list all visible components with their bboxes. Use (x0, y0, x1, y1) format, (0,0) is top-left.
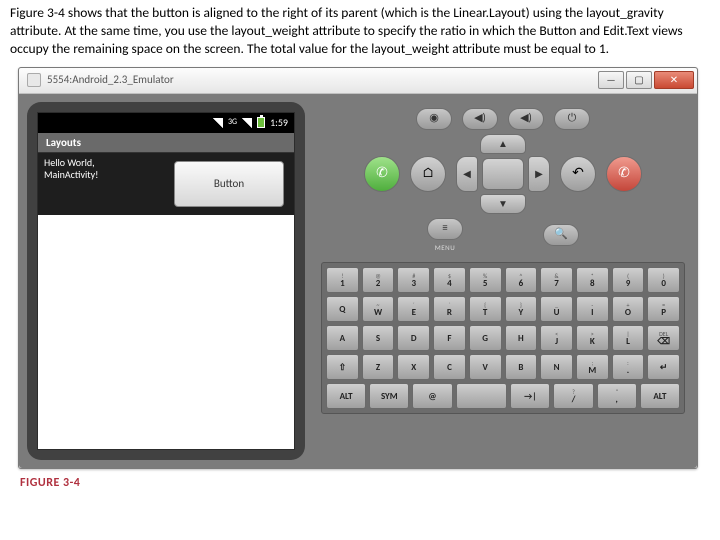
minimize-button[interactable]: — (598, 71, 624, 89)
key-c[interactable]: C (433, 354, 466, 380)
key-l[interactable]: |L (612, 325, 645, 351)
key-8[interactable]: *8 (576, 267, 609, 293)
menu-button[interactable]: ≡ (427, 218, 463, 240)
key-6[interactable]: ^6 (505, 267, 538, 293)
signal-icon (213, 118, 223, 128)
key-x[interactable]: X (397, 354, 430, 380)
edittext-area[interactable] (38, 215, 294, 449)
key-7[interactable]: &7 (540, 267, 573, 293)
end-call-button[interactable]: ✆ (606, 156, 642, 192)
close-button[interactable]: ✕ (654, 71, 694, 89)
key-h[interactable]: H (505, 325, 538, 351)
app-icon (27, 73, 41, 87)
hardware-keyboard: !1@2#3$4%5^6&7*8(9)0 Q~W´E`R{T}Y_U-I+O=P… (321, 262, 685, 414)
key-g[interactable]: G (469, 325, 502, 351)
battery-icon (257, 117, 265, 128)
key-w[interactable]: ~W (362, 296, 395, 322)
key-i[interactable]: -I (576, 296, 609, 322)
key-→|[interactable]: →| (510, 383, 550, 409)
key-alt[interactable]: ALT (640, 383, 680, 409)
hello-text: Hello World, MainActivity! (44, 157, 174, 211)
key-d[interactable]: D (397, 325, 430, 351)
dpad-center[interactable] (482, 158, 524, 190)
key-@[interactable]: @ (412, 383, 452, 409)
key-q[interactable]: Q (326, 296, 359, 322)
dpad-right[interactable]: ▶ (528, 156, 550, 192)
key-v[interactable]: V (469, 354, 502, 380)
phone-frame: 3G 1:59 Layouts Hello World, MainActivit… (27, 102, 305, 460)
signal-bars-icon (242, 118, 252, 128)
search-button[interactable]: 🔍 (543, 224, 579, 246)
maximize-button[interactable]: ▢ (626, 71, 652, 89)
key-b[interactable]: B (505, 354, 538, 380)
figure-label: FIGURE 3-4 (20, 475, 720, 491)
key-/[interactable]: ?/ (553, 383, 593, 409)
power-button[interactable]: ⏻ (554, 108, 590, 130)
key-y[interactable]: }Y (505, 296, 538, 322)
upper-layout-area: Hello World, MainActivity! Button (38, 153, 294, 215)
key-3[interactable]: #3 (397, 267, 430, 293)
key-.[interactable]: :. (612, 354, 645, 380)
dpad-left[interactable]: ◀ (456, 156, 478, 192)
network-icon: 3G (228, 117, 237, 128)
key-t[interactable]: {T (469, 296, 502, 322)
clock-text: 1:59 (270, 116, 288, 130)
dpad-up[interactable]: ▲ (480, 134, 526, 154)
key-p[interactable]: =P (647, 296, 680, 322)
window-titlebar: 5554:Android_2.3_Emulator — ▢ ✕ (19, 68, 697, 94)
window-title: 5554:Android_2.3_Emulator (47, 73, 174, 88)
key-f[interactable]: F (433, 325, 466, 351)
key-e[interactable]: ´E (397, 296, 430, 322)
android-statusbar: 3G 1:59 (38, 113, 294, 133)
key-2[interactable]: @2 (362, 267, 395, 293)
key-m[interactable]: ;M (576, 354, 609, 380)
vol-up-button[interactable]: ◀) (508, 108, 544, 130)
call-button[interactable]: ✆ (364, 156, 400, 192)
key-z[interactable]: Z (362, 354, 395, 380)
key-s[interactable]: S (362, 325, 395, 351)
menu-label: MENU (435, 243, 455, 252)
key-9[interactable]: (9 (612, 267, 645, 293)
phone-screen: 3G 1:59 Layouts Hello World, MainActivit… (37, 112, 295, 450)
key-↵[interactable]: ↵ (647, 354, 680, 380)
key-r[interactable]: `R (433, 296, 466, 322)
controls-panel: ◉ ◀) ◀) ⏻ ✆ ⌂ ▲ ▼ ◀ ▶ (305, 102, 697, 460)
camera-button[interactable]: ◉ (416, 108, 452, 130)
figure-caption: Figure 3-4 shows that the button is alig… (0, 0, 720, 65)
key-0[interactable]: )0 (647, 267, 680, 293)
vol-down-button[interactable]: ◀) (462, 108, 498, 130)
key-space[interactable] (456, 383, 508, 409)
key-k[interactable]: >K (576, 325, 609, 351)
dpad: ▲ ▼ ◀ ▶ (456, 134, 550, 214)
key-5[interactable]: %5 (469, 267, 502, 293)
key-,[interactable]: ", (597, 383, 637, 409)
back-button[interactable]: ↶ (560, 156, 596, 192)
key-sym[interactable]: SYM (369, 383, 409, 409)
hello-line2: MainActivity! (44, 169, 174, 182)
key-j[interactable]: <J (540, 325, 573, 351)
key-⇧[interactable]: ⇧ (326, 354, 359, 380)
key-a[interactable]: A (326, 325, 359, 351)
dpad-down[interactable]: ▼ (480, 194, 526, 214)
key-1[interactable]: !1 (326, 267, 359, 293)
key-n[interactable]: N (540, 354, 573, 380)
key-⌫[interactable]: DEL⌫ (647, 325, 680, 351)
key-alt[interactable]: ALT (326, 383, 366, 409)
key-u[interactable]: _U (540, 296, 573, 322)
key-o[interactable]: +O (612, 296, 645, 322)
app-title: Layouts (38, 133, 294, 153)
emulator-window: 5554:Android_2.3_Emulator — ▢ ✕ 3G 1:59 … (18, 67, 698, 469)
key-4[interactable]: $4 (433, 267, 466, 293)
layout-button[interactable]: Button (174, 161, 284, 207)
home-button[interactable]: ⌂ (410, 156, 446, 192)
